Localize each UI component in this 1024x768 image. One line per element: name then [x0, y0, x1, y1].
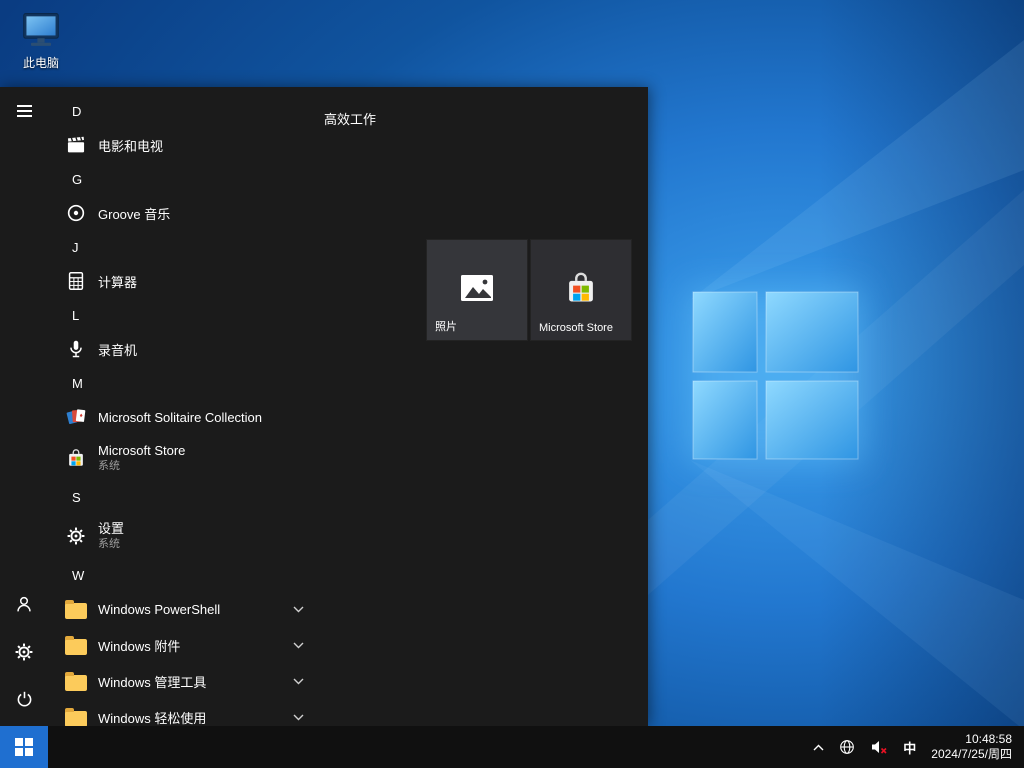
tile-label: 照片 [435, 318, 457, 334]
taskbar-clock[interactable]: 10:48:58 2024/7/25/周四 [931, 732, 1012, 762]
settings-gear-icon [64, 524, 88, 548]
app-section-letter-d[interactable]: D [48, 95, 324, 127]
power-icon [14, 689, 35, 715]
section-letter: M [72, 376, 83, 391]
app-item-voice-recorder[interactable]: 录音机 [48, 331, 324, 367]
volume-muted-icon [870, 739, 888, 755]
store-bag-icon [64, 446, 88, 470]
user-icon [13, 593, 35, 620]
tray-overflow-button[interactable] [813, 726, 824, 768]
store-bag-icon [562, 268, 600, 313]
section-letter: S [72, 490, 81, 505]
power-button[interactable] [0, 678, 48, 726]
app-label: 电影和电视 [98, 136, 163, 155]
app-label: 录音机 [98, 340, 137, 359]
chevron-down-icon[interactable] [293, 678, 304, 685]
app-item-movies-tv[interactable]: 电影和电视 [48, 127, 324, 163]
start-app-list: D 电影和电视 G [48, 87, 324, 726]
app-item-solitaire[interactable]: Microsoft Solitaire Collection [48, 399, 324, 435]
desktop-icon-this-pc[interactable]: 此电脑 [12, 10, 70, 70]
tile-label: Microsoft Store [539, 322, 613, 334]
app-section-letter-w[interactable]: W [48, 559, 324, 591]
app-label: Windows PowerShell [98, 602, 220, 617]
section-letter: D [72, 104, 81, 119]
app-sublabel: 系统 [98, 460, 185, 473]
app-section-letter-j[interactable]: J [48, 231, 324, 263]
section-letter: J [72, 240, 79, 255]
clock-time: 10:48:58 [931, 732, 1012, 747]
user-account-button[interactable] [0, 582, 48, 630]
system-tray: 中 10:48:58 2024/7/25/周四 [813, 726, 1024, 768]
solitaire-icon [64, 405, 88, 429]
tile-photos[interactable]: 照片 [427, 240, 527, 340]
folder-icon [64, 705, 88, 726]
app-label: 计算器 [98, 272, 137, 291]
start-menu: D 电影和电视 G [0, 87, 648, 726]
tile-group-title[interactable]: 高效工作 [324, 109, 376, 128]
chevron-down-icon[interactable] [293, 714, 304, 721]
app-label: Windows 管理工具 [98, 672, 206, 691]
start-tiles-area: 高效工作 照片 [324, 87, 648, 726]
app-label: 设置 [98, 521, 124, 537]
photos-icon [457, 268, 497, 313]
expand-menu-button[interactable] [0, 87, 48, 135]
section-letter: W [72, 568, 84, 583]
settings-button[interactable] [0, 630, 48, 678]
settings-gear-icon [13, 641, 35, 668]
desktop-icon-label: 此电脑 [23, 57, 59, 70]
volume-muted-button[interactable] [870, 726, 888, 768]
this-pc-icon [19, 10, 63, 55]
app-section-letter-m[interactable]: M [48, 367, 324, 399]
app-label: Microsoft Store [98, 443, 185, 459]
app-label: Groove 音乐 [98, 204, 170, 223]
app-folder-windows-accessories[interactable]: Windows 附件 [48, 627, 324, 663]
groove-music-icon [64, 201, 88, 225]
section-letter: L [72, 308, 79, 323]
clock-date: 2024/7/25/周四 [931, 747, 1012, 762]
network-status-button[interactable] [839, 726, 855, 768]
start-menu-rail [0, 87, 48, 726]
globe-network-icon [839, 739, 855, 755]
start-button[interactable] [0, 726, 48, 768]
taskbar: 中 10:48:58 2024/7/25/周四 [0, 726, 1024, 768]
app-item-groove-music[interactable]: Groove 音乐 [48, 195, 324, 231]
chevron-down-icon[interactable] [293, 606, 304, 613]
tile-microsoft-store[interactable]: Microsoft Store [531, 240, 631, 340]
app-item-microsoft-store[interactable]: Microsoft Store 系统 [48, 435, 324, 481]
calculator-icon [64, 269, 88, 293]
rail-bottom-buttons [0, 582, 48, 726]
ime-indicator[interactable]: 中 [903, 726, 916, 768]
app-label: Windows 附件 [98, 636, 180, 655]
app-folder-windows-powershell[interactable]: Windows PowerShell [48, 591, 324, 627]
app-section-letter-s[interactable]: S [48, 481, 324, 513]
movies-tv-icon [64, 133, 88, 157]
voice-recorder-icon [64, 337, 88, 361]
app-folder-windows-ease-of-access[interactable]: Windows 轻松使用 [48, 699, 324, 726]
folder-icon [64, 633, 88, 657]
folder-icon [64, 597, 88, 621]
app-section-letter-l[interactable]: L [48, 299, 324, 331]
app-label: Microsoft Solitaire Collection [98, 410, 262, 425]
folder-icon [64, 669, 88, 693]
hamburger-icon [17, 105, 32, 117]
windows-logo-icon [15, 738, 33, 756]
tile-grid: 照片 Microsoft Store [427, 240, 631, 340]
app-label: Windows 轻松使用 [98, 708, 206, 727]
app-item-calculator[interactable]: 计算器 [48, 263, 324, 299]
app-item-settings[interactable]: 设置 系统 [48, 513, 324, 559]
chevron-down-icon[interactable] [293, 642, 304, 649]
app-sublabel: 系统 [98, 538, 124, 551]
chevron-up-icon [813, 744, 824, 751]
app-folder-windows-admin-tools[interactable]: Windows 管理工具 [48, 663, 324, 699]
section-letter: G [72, 172, 82, 187]
app-section-letter-g[interactable]: G [48, 163, 324, 195]
